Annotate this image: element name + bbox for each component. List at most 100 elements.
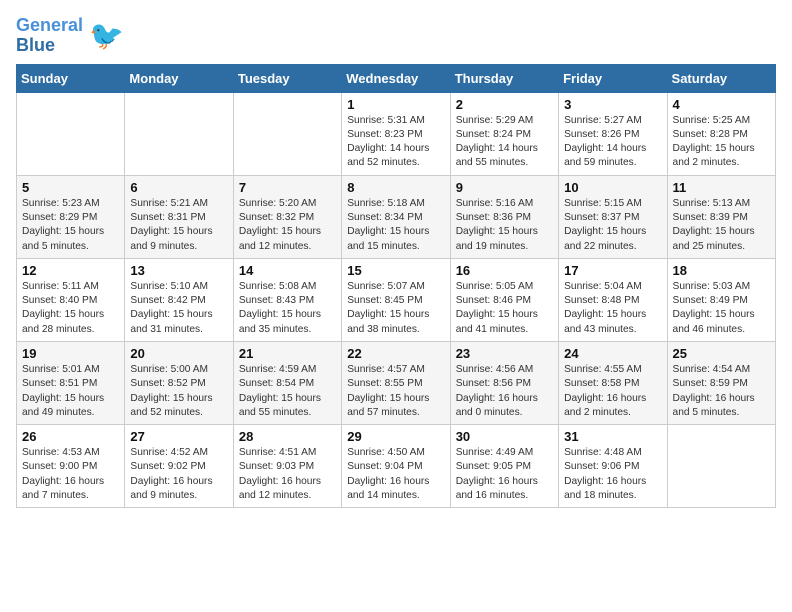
- day-info: Sunrise: 4:48 AM Sunset: 9:06 PM Dayligh…: [564, 446, 661, 503]
- day-number: 20: [130, 346, 227, 361]
- weekday-header-monday: Monday: [125, 64, 233, 92]
- calendar-cell: 20 Sunrise: 5:00 AM Sunset: 8:52 PM Dayli…: [125, 341, 233, 424]
- calendar-cell: [233, 92, 341, 175]
- logo-line2: Blue: [16, 36, 83, 56]
- day-number: 28: [239, 429, 336, 444]
- calendar-cell: 27 Sunrise: 4:52 AM Sunset: 9:02 PM Dayli…: [125, 425, 233, 508]
- day-info: Sunrise: 5:31 AM Sunset: 8:23 PM Dayligh…: [347, 114, 444, 171]
- calendar-cell: 1 Sunrise: 5:31 AM Sunset: 8:23 PM Daylig…: [342, 92, 450, 175]
- calendar-cell: 7 Sunrise: 5:20 AM Sunset: 8:32 PM Daylig…: [233, 175, 341, 258]
- calendar-cell: 23 Sunrise: 4:56 AM Sunset: 8:56 PM Dayli…: [450, 341, 558, 424]
- calendar-cell: 17 Sunrise: 5:04 AM Sunset: 8:48 PM Dayli…: [559, 258, 667, 341]
- calendar-cell: [125, 92, 233, 175]
- day-info: Sunrise: 5:10 AM Sunset: 8:42 PM Dayligh…: [130, 280, 227, 337]
- day-number: 11: [673, 180, 770, 195]
- calendar-cell: 5 Sunrise: 5:23 AM Sunset: 8:29 PM Daylig…: [17, 175, 125, 258]
- day-number: 5: [22, 180, 119, 195]
- calendar-cell: 13 Sunrise: 5:10 AM Sunset: 8:42 PM Dayli…: [125, 258, 233, 341]
- calendar-cell: 9 Sunrise: 5:16 AM Sunset: 8:36 PM Daylig…: [450, 175, 558, 258]
- day-info: Sunrise: 5:16 AM Sunset: 8:36 PM Dayligh…: [456, 197, 553, 254]
- day-info: Sunrise: 5:20 AM Sunset: 8:32 PM Dayligh…: [239, 197, 336, 254]
- day-number: 22: [347, 346, 444, 361]
- day-number: 19: [22, 346, 119, 361]
- calendar-cell: 24 Sunrise: 4:55 AM Sunset: 8:58 PM Dayli…: [559, 341, 667, 424]
- day-number: 12: [22, 263, 119, 278]
- calendar-week-row: 12Sunrise: 5:11 AM Sunset: 8:40 PM Dayli…: [17, 258, 776, 341]
- day-number: 14: [239, 263, 336, 278]
- day-number: 24: [564, 346, 661, 361]
- day-info: Sunrise: 5:13 AM Sunset: 8:39 PM Dayligh…: [673, 197, 770, 254]
- day-number: 30: [456, 429, 553, 444]
- logo-line1: General: [16, 16, 83, 36]
- calendar-cell: 21 Sunrise: 4:59 AM Sunset: 8:54 PM Dayli…: [233, 341, 341, 424]
- day-number: 27: [130, 429, 227, 444]
- day-info: Sunrise: 4:56 AM Sunset: 8:56 PM Dayligh…: [456, 363, 553, 420]
- day-number: 21: [239, 346, 336, 361]
- day-info: Sunrise: 4:54 AM Sunset: 8:59 PM Dayligh…: [673, 363, 770, 420]
- day-info: Sunrise: 5:23 AM Sunset: 8:29 PM Dayligh…: [22, 197, 119, 254]
- calendar-cell: 8 Sunrise: 5:18 AM Sunset: 8:34 PM Daylig…: [342, 175, 450, 258]
- calendar-cell: 26Sunrise: 4:53 AM Sunset: 9:00 PM Dayli…: [17, 425, 125, 508]
- calendar-cell: 6Sunrise: 5:21 AM Sunset: 8:31 PM Daylig…: [125, 175, 233, 258]
- weekday-header-sunday: Sunday: [17, 64, 125, 92]
- day-info: Sunrise: 4:55 AM Sunset: 8:58 PM Dayligh…: [564, 363, 661, 420]
- logo-bird-icon: 🐦: [89, 19, 124, 52]
- calendar-cell: 22Sunrise: 4:57 AM Sunset: 8:55 PM Dayli…: [342, 341, 450, 424]
- day-number: 31: [564, 429, 661, 444]
- calendar-cell: 4 Sunrise: 5:25 AM Sunset: 8:28 PM Daylig…: [667, 92, 775, 175]
- day-info: Sunrise: 5:04 AM Sunset: 8:48 PM Dayligh…: [564, 280, 661, 337]
- day-number: 13: [130, 263, 227, 278]
- day-info: Sunrise: 5:03 AM Sunset: 8:49 PM Dayligh…: [673, 280, 770, 337]
- weekday-header-wednesday: Wednesday: [342, 64, 450, 92]
- calendar-cell: 25 Sunrise: 4:54 AM Sunset: 8:59 PM Dayli…: [667, 341, 775, 424]
- day-number: 25: [673, 346, 770, 361]
- day-info: Sunrise: 5:00 AM Sunset: 8:52 PM Dayligh…: [130, 363, 227, 420]
- calendar-cell: 18 Sunrise: 5:03 AM Sunset: 8:49 PM Dayli…: [667, 258, 775, 341]
- day-info: Sunrise: 4:49 AM Sunset: 9:05 PM Dayligh…: [456, 446, 553, 503]
- weekday-header-thursday: Thursday: [450, 64, 558, 92]
- day-number: 4: [673, 97, 770, 112]
- day-number: 15: [347, 263, 444, 278]
- day-number: 1: [347, 97, 444, 112]
- day-number: 10: [564, 180, 661, 195]
- day-number: 26: [22, 429, 119, 444]
- day-number: 7: [239, 180, 336, 195]
- day-info: Sunrise: 4:59 AM Sunset: 8:54 PM Dayligh…: [239, 363, 336, 420]
- calendar-week-row: 5 Sunrise: 5:23 AM Sunset: 8:29 PM Daylig…: [17, 175, 776, 258]
- calendar-cell: 14Sunrise: 5:08 AM Sunset: 8:43 PM Dayli…: [233, 258, 341, 341]
- day-number: 8: [347, 180, 444, 195]
- day-info: Sunrise: 5:07 AM Sunset: 8:45 PM Dayligh…: [347, 280, 444, 337]
- calendar-cell: 3Sunrise: 5:27 AM Sunset: 8:26 PM Daylig…: [559, 92, 667, 175]
- calendar-cell: 31 Sunrise: 4:48 AM Sunset: 9:06 PM Dayli…: [559, 425, 667, 508]
- calendar-header-row: SundayMondayTuesdayWednesdayThursdayFrid…: [17, 64, 776, 92]
- calendar-cell: 16Sunrise: 5:05 AM Sunset: 8:46 PM Dayli…: [450, 258, 558, 341]
- calendar-cell: 19 Sunrise: 5:01 AM Sunset: 8:51 PM Dayli…: [17, 341, 125, 424]
- weekday-header-friday: Friday: [559, 64, 667, 92]
- day-info: Sunrise: 4:52 AM Sunset: 9:02 PM Dayligh…: [130, 446, 227, 503]
- day-info: Sunrise: 5:29 AM Sunset: 8:24 PM Dayligh…: [456, 114, 553, 171]
- calendar-cell: 15 Sunrise: 5:07 AM Sunset: 8:45 PM Dayli…: [342, 258, 450, 341]
- calendar-cell: 10Sunrise: 5:15 AM Sunset: 8:37 PM Dayli…: [559, 175, 667, 258]
- calendar-cell: [667, 425, 775, 508]
- page-header: General Blue 🐦: [16, 16, 776, 56]
- day-info: Sunrise: 5:27 AM Sunset: 8:26 PM Dayligh…: [564, 114, 661, 171]
- day-info: Sunrise: 5:25 AM Sunset: 8:28 PM Dayligh…: [673, 114, 770, 171]
- day-info: Sunrise: 5:01 AM Sunset: 8:51 PM Dayligh…: [22, 363, 119, 420]
- day-info: Sunrise: 5:05 AM Sunset: 8:46 PM Dayligh…: [456, 280, 553, 337]
- logo: General Blue 🐦: [16, 16, 124, 56]
- day-number: 18: [673, 263, 770, 278]
- day-number: 17: [564, 263, 661, 278]
- calendar-week-row: 19 Sunrise: 5:01 AM Sunset: 8:51 PM Dayli…: [17, 341, 776, 424]
- day-number: 2: [456, 97, 553, 112]
- calendar-week-row: 1 Sunrise: 5:31 AM Sunset: 8:23 PM Daylig…: [17, 92, 776, 175]
- calendar-cell: 12Sunrise: 5:11 AM Sunset: 8:40 PM Dayli…: [17, 258, 125, 341]
- calendar-week-row: 26Sunrise: 4:53 AM Sunset: 9:00 PM Dayli…: [17, 425, 776, 508]
- day-info: Sunrise: 5:18 AM Sunset: 8:34 PM Dayligh…: [347, 197, 444, 254]
- day-number: 29: [347, 429, 444, 444]
- weekday-header-tuesday: Tuesday: [233, 64, 341, 92]
- day-number: 6: [130, 180, 227, 195]
- calendar-table: SundayMondayTuesdayWednesdayThursdayFrid…: [16, 64, 776, 509]
- calendar-cell: 30 Sunrise: 4:49 AM Sunset: 9:05 PM Dayli…: [450, 425, 558, 508]
- day-number: 23: [456, 346, 553, 361]
- day-number: 9: [456, 180, 553, 195]
